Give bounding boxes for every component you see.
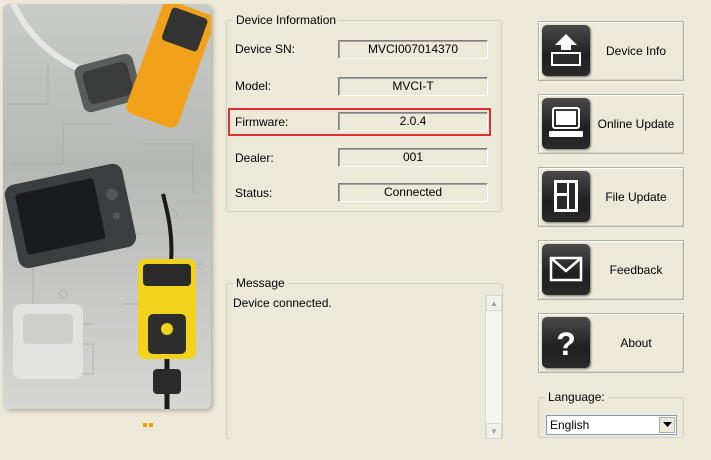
product-image-panel: [3, 4, 211, 409]
device-sn-value: MVCI007014370: [338, 40, 488, 59]
app-window: Device Information Device SN: MVCI007014…: [0, 0, 711, 460]
online-update-label: Online Update: [597, 117, 675, 131]
status-label: Status:: [235, 186, 273, 200]
dealer-label: Dealer:: [235, 151, 274, 165]
dealer-value: 001: [338, 148, 488, 167]
device-info-label: Device Info: [605, 44, 667, 58]
feedback-button[interactable]: Feedback: [538, 240, 684, 300]
about-button[interactable]: ? About: [538, 313, 684, 373]
file-update-icon: [542, 171, 590, 222]
feedback-icon: [542, 244, 590, 295]
device-info-icon: [542, 25, 590, 76]
language-group: Language: English: [538, 390, 684, 438]
online-update-icon: [542, 98, 590, 149]
online-update-button[interactable]: Online Update: [538, 94, 684, 154]
message-title: Message: [233, 276, 288, 290]
scroll-down-button[interactable]: ▼: [486, 423, 502, 439]
message-textarea[interactable]: Device connected. ▲ ▼: [230, 293, 502, 439]
file-update-label: File Update: [605, 190, 667, 204]
product-illustration: [4, 4, 211, 409]
feedback-label: Feedback: [609, 263, 663, 277]
message-text: Device connected.: [233, 296, 332, 310]
message-scrollbar[interactable]: ▲ ▼: [485, 295, 502, 439]
language-title: Language:: [545, 390, 608, 404]
message-group: Message Device connected. ▲ ▼: [226, 276, 503, 439]
file-update-button[interactable]: File Update: [538, 167, 684, 227]
firmware-highlight-box: [228, 108, 491, 136]
device-info-button[interactable]: Device Info: [538, 21, 684, 81]
language-selected-value: English: [550, 418, 590, 432]
dropdown-button[interactable]: [659, 417, 675, 433]
model-value: MVCI-T: [338, 77, 488, 96]
language-select[interactable]: English: [546, 415, 677, 435]
device-info-title: Device Information: [233, 13, 340, 27]
svg-text:?: ?: [556, 326, 576, 362]
about-label: About: [620, 336, 652, 350]
chevron-down-icon: ▼: [490, 426, 498, 436]
device-sn-label: Device SN:: [235, 42, 296, 56]
status-value: Connected: [338, 183, 488, 202]
chevron-down-icon: [662, 422, 672, 427]
about-icon: ?: [542, 317, 590, 368]
scroll-up-button[interactable]: ▲: [486, 295, 502, 311]
carousel-dots[interactable]: [143, 416, 157, 427]
model-label: Model:: [235, 79, 272, 93]
chevron-up-icon: ▲: [490, 298, 498, 308]
